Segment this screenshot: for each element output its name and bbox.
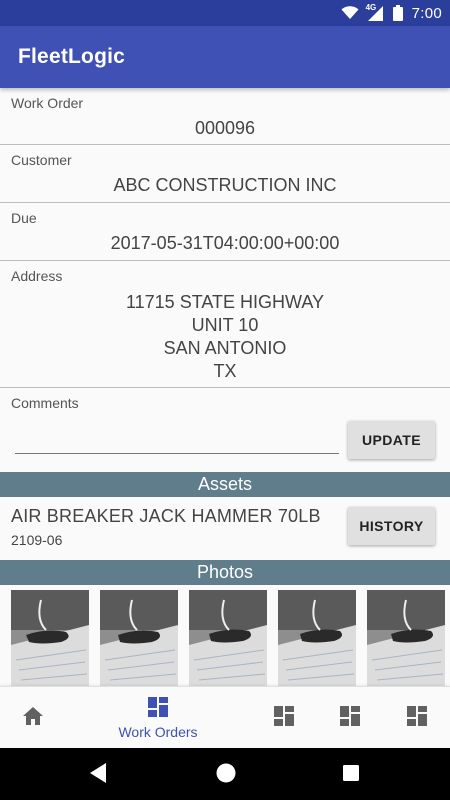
photos-header: Photos	[0, 560, 450, 585]
nav-label-work-orders: Work Orders	[118, 723, 198, 740]
photo-thumbnail[interactable]	[189, 590, 267, 686]
asset-name: AIR BREAKER JACK HAMMER 70LB	[11, 506, 321, 526]
app-bar: FleetLogic	[0, 26, 450, 88]
nav-item-work-orders[interactable]: Work Orders	[100, 687, 216, 749]
customer-field: Customer ABC CONSTRUCTION INC	[0, 145, 450, 203]
assets-header: Assets	[0, 472, 450, 497]
back-icon[interactable]	[89, 762, 107, 789]
status-bar: 4G 7:00	[0, 0, 450, 26]
recents-icon[interactable]	[342, 764, 360, 787]
photo-thumbnail[interactable]	[367, 590, 445, 686]
nav-item-home[interactable]	[0, 687, 66, 749]
bottom-navigation: Work Orders	[0, 686, 450, 748]
battery-icon	[392, 5, 403, 21]
dashboard-icon	[148, 696, 168, 722]
address-label: Address	[11, 268, 63, 284]
customer-value: ABC CONSTRUCTION INC	[113, 175, 337, 195]
home-icon	[22, 706, 44, 731]
photo-thumbnail[interactable]	[100, 590, 178, 686]
customer-label: Customer	[11, 152, 72, 168]
address-line: UNIT 10	[191, 315, 259, 335]
address-field: Address 11715 STATE HIGHWAY UNIT 10 SAN …	[0, 261, 450, 388]
update-button[interactable]: UPDATE	[348, 421, 435, 459]
history-button[interactable]: HISTORY	[348, 507, 435, 545]
work-order-label: Work Order	[11, 95, 84, 111]
app-title: FleetLogic	[18, 45, 126, 68]
system-navigation-bar	[0, 748, 450, 800]
due-value: 2017-05-31T04:00:00+00:00	[110, 233, 340, 253]
address-value: 11715 STATE HIGHWAY UNIT 10 SAN ANTONIO …	[0, 291, 450, 383]
status-time: 7:00	[411, 4, 442, 22]
work-order-detail: Work Order 000096 Customer ABC CONSTRUCT…	[0, 88, 450, 686]
asset-code: 2109-06	[11, 532, 63, 548]
comments-input[interactable]	[15, 426, 339, 454]
asset-row[interactable]: AIR BREAKER JACK HAMMER 70LB 2109-06 HIS…	[0, 497, 450, 560]
address-line: TX	[213, 361, 237, 381]
photo-thumbnail[interactable]	[11, 590, 89, 686]
address-line: 11715 STATE HIGHWAY	[125, 292, 325, 312]
dashboard-icon	[274, 705, 294, 731]
wifi-icon	[341, 6, 359, 20]
work-order-field: Work Order 000096	[0, 88, 450, 145]
work-order-value: 000096	[194, 118, 256, 138]
address-line: SAN ANTONIO	[163, 338, 287, 358]
photo-thumbnail[interactable]	[278, 590, 356, 686]
network-type-label: 4G	[365, 2, 377, 12]
dashboard-icon	[407, 705, 427, 731]
due-label: Due	[11, 210, 37, 226]
comments-label: Comments	[11, 395, 79, 411]
nav-item-3[interactable]	[258, 687, 310, 749]
home-circle-icon[interactable]	[215, 762, 237, 789]
dashboard-icon	[340, 705, 360, 731]
nav-item-5[interactable]	[391, 687, 443, 749]
due-field: Due 2017-05-31T04:00:00+00:00	[0, 203, 450, 261]
cellular-signal-icon: 4G	[365, 2, 384, 21]
photo-strip	[0, 590, 450, 686]
nav-item-4[interactable]	[324, 687, 376, 749]
